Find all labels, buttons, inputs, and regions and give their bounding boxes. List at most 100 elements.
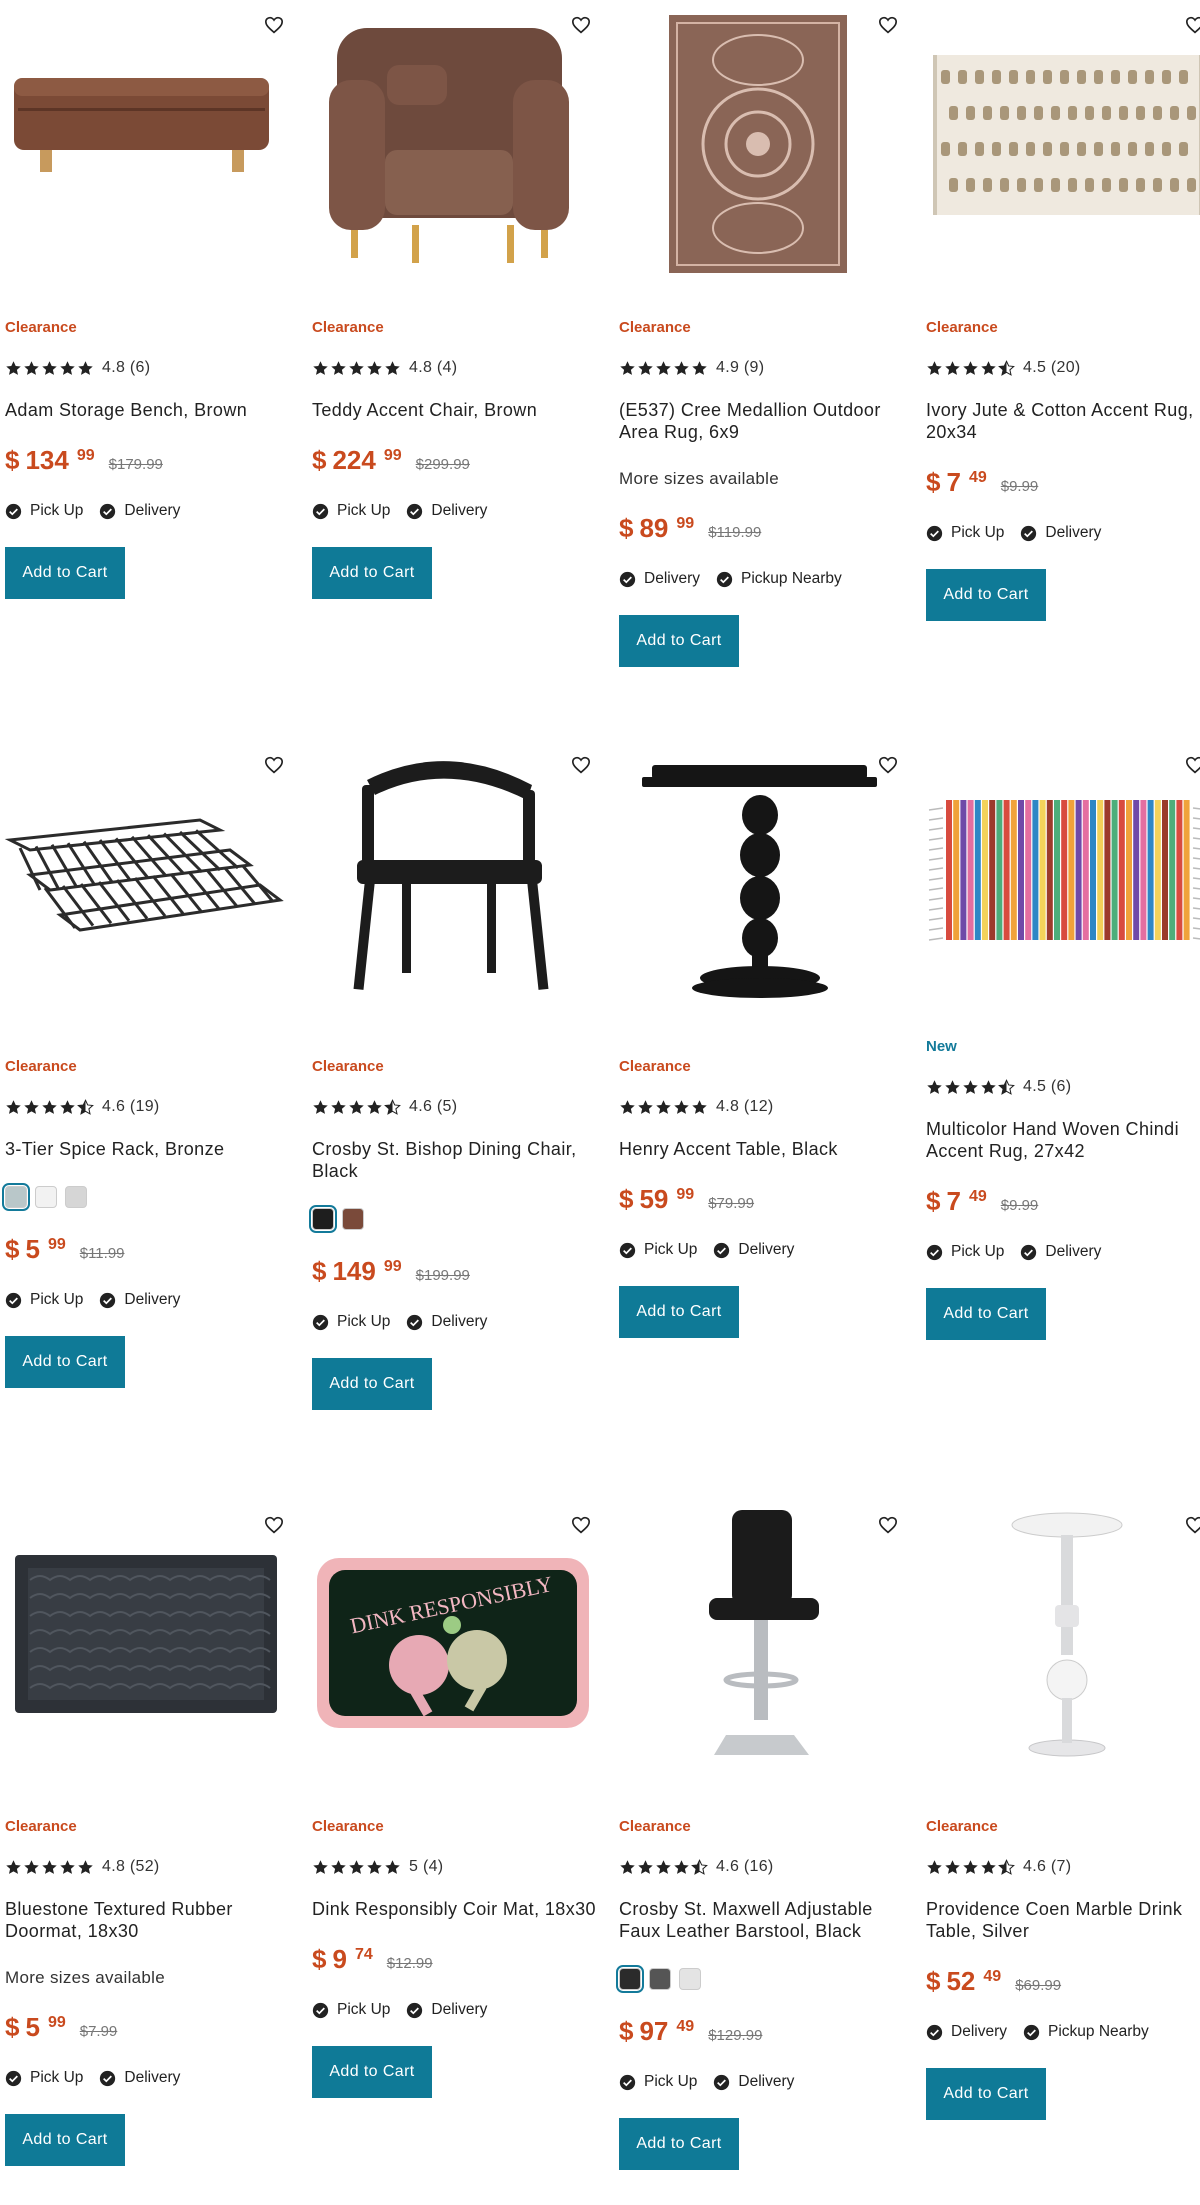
product-image-area[interactable]: [307, 0, 604, 290]
product-title[interactable]: Crosby St. Maxwell Adjustable Faux Leath…: [619, 1898, 911, 1942]
add-to-cart-button[interactable]: Add to Cart: [926, 2068, 1046, 2120]
add-to-cart-button[interactable]: Add to Cart: [312, 2046, 432, 2098]
accent-table-image[interactable]: [614, 740, 911, 1030]
product-title[interactable]: Providence Coen Marble Drink Table, Silv…: [926, 1898, 1200, 1942]
color-swatch[interactable]: [309, 1205, 337, 1233]
storage-bench-image[interactable]: [0, 0, 297, 290]
product-image-area[interactable]: DINK RESPONSIBLY: [307, 1500, 604, 1790]
product-title[interactable]: Multicolor Hand Woven Chindi Accent Rug,…: [926, 1118, 1200, 1162]
product-card[interactable]: Clearance 4.6 (19) 3-Tier Spice Rack, Br…: [0, 740, 297, 1388]
product-title[interactable]: Teddy Accent Chair, Brown: [312, 399, 604, 421]
favorite-heart-icon[interactable]: [875, 12, 901, 38]
product-card[interactable]: Clearance 4.6 (7) Providence Coen Marble…: [921, 1500, 1200, 2120]
drink-table-image[interactable]: [921, 1500, 1200, 1790]
product-title[interactable]: Henry Accent Table, Black: [619, 1138, 911, 1160]
product-image-area[interactable]: [0, 1500, 297, 1790]
add-to-cart-button[interactable]: Add to Cart: [619, 1286, 739, 1338]
product-title[interactable]: Crosby St. Bishop Dining Chair, Black: [312, 1138, 604, 1182]
product-rating[interactable]: 4.5 (6): [926, 1078, 1200, 1096]
color-swatch[interactable]: [35, 1186, 57, 1208]
product-image-area[interactable]: [0, 0, 297, 290]
add-to-cart-button[interactable]: Add to Cart: [5, 2114, 125, 2166]
product-card[interactable]: Clearance 4.6 (16) Crosby St. Maxwell Ad…: [614, 1500, 911, 2170]
product-title[interactable]: Dink Responsibly Coir Mat, 18x30: [312, 1898, 604, 1920]
chindi-rug-image[interactable]: [921, 740, 1200, 1030]
product-rating[interactable]: 4.6 (5): [312, 1098, 604, 1116]
product-image-area[interactable]: [0, 740, 297, 1030]
product-title[interactable]: 3-Tier Spice Rack, Bronze: [5, 1138, 297, 1160]
product-rating[interactable]: 4.9 (9): [619, 359, 911, 377]
product-card[interactable]: Clearance 4.9 (9) (E537) Cree Medallion …: [614, 0, 911, 667]
product-card[interactable]: Clearance 4.6 (5) Crosby St. Bishop Dini…: [307, 740, 604, 1410]
spice-rack-image[interactable]: [0, 740, 297, 1030]
rubber-doormat-image[interactable]: [0, 1500, 297, 1790]
favorite-heart-icon[interactable]: [261, 752, 287, 778]
product-title[interactable]: (E537) Cree Medallion Outdoor Area Rug, …: [619, 399, 911, 443]
favorite-heart-icon[interactable]: [568, 12, 594, 38]
product-card[interactable]: New 4.5 (6) Multicolor Hand Woven Chindi…: [921, 740, 1200, 1340]
product-rating[interactable]: 4.6 (7): [926, 1858, 1200, 1876]
product-card[interactable]: Clearance 4.5 (20) Ivory Jute & Cotton A…: [921, 0, 1200, 621]
add-to-cart-button[interactable]: Add to Cart: [312, 547, 432, 599]
dining-chair-image[interactable]: [307, 740, 604, 1030]
price-row: $ 89 99 $119.99: [619, 513, 911, 543]
price-dollars: 134: [25, 445, 69, 475]
product-rating[interactable]: 4.8 (52): [5, 1858, 297, 1876]
color-swatch[interactable]: [649, 1968, 671, 1990]
status-badge: Clearance: [619, 1058, 691, 1075]
medallion-rug-image[interactable]: [614, 0, 911, 290]
product-rating[interactable]: 5 (4): [312, 1858, 604, 1876]
coir-mat-image[interactable]: DINK RESPONSIBLY: [307, 1500, 604, 1790]
add-to-cart-button[interactable]: Add to Cart: [619, 2118, 739, 2170]
favorite-heart-icon[interactable]: [875, 1512, 901, 1538]
color-swatch[interactable]: [65, 1186, 87, 1208]
fulfillment-options: Pick Up Delivery: [312, 1312, 604, 1332]
add-to-cart-button[interactable]: Add to Cart: [312, 1358, 432, 1410]
favorite-heart-icon[interactable]: [875, 752, 901, 778]
favorite-heart-icon[interactable]: [1182, 12, 1200, 38]
fulfillment-label: Pickup Nearby: [1047, 2023, 1149, 2040]
product-title[interactable]: Ivory Jute & Cotton Accent Rug, 20x34: [926, 399, 1200, 443]
jute-rug-image[interactable]: [921, 0, 1200, 290]
product-image-area[interactable]: [614, 740, 911, 1030]
color-swatch[interactable]: [342, 1208, 364, 1230]
product-card[interactable]: Clearance 4.8 (6) Adam Storage Bench, Br…: [0, 0, 297, 599]
product-rating[interactable]: 4.8 (12): [619, 1098, 911, 1116]
product-card[interactable]: Clearance 4.8 (4) Teddy Accent Chair, Br…: [307, 0, 604, 599]
accent-chair-image[interactable]: [307, 0, 604, 290]
check-circle-icon: [100, 1292, 116, 1308]
favorite-heart-icon[interactable]: [261, 12, 287, 38]
product-title[interactable]: Adam Storage Bench, Brown: [5, 399, 297, 421]
product-image-area[interactable]: [614, 0, 911, 290]
product-card[interactable]: DINK RESPONSIBLY Clearance 5 (4) Dink Re…: [307, 1500, 604, 2098]
product-rating[interactable]: 4.5 (20): [926, 359, 1200, 377]
product-rating[interactable]: 4.8 (6): [5, 359, 297, 377]
product-image-area[interactable]: [921, 740, 1200, 1030]
product-image-area[interactable]: [921, 1500, 1200, 1790]
product-image-area[interactable]: [921, 0, 1200, 290]
product-rating[interactable]: 4.6 (16): [619, 1858, 911, 1876]
favorite-heart-icon[interactable]: [261, 1512, 287, 1538]
color-swatch[interactable]: [2, 1183, 30, 1211]
product-image-area[interactable]: [614, 1500, 911, 1790]
favorite-heart-icon[interactable]: [1182, 1512, 1200, 1538]
sale-price: $ 134 99: [5, 445, 95, 476]
favorite-heart-icon[interactable]: [568, 752, 594, 778]
product-title[interactable]: Bluestone Textured Rubber Doormat, 18x30: [5, 1898, 297, 1942]
product-card[interactable]: Clearance 4.8 (52) Bluestone Textured Ru…: [0, 1500, 297, 2166]
add-to-cart-button[interactable]: Add to Cart: [926, 569, 1046, 621]
add-to-cart-button[interactable]: Add to Cart: [5, 1336, 125, 1388]
check-circle-icon: [619, 571, 636, 587]
product-image-area[interactable]: [307, 740, 604, 1030]
barstool-image[interactable]: [614, 1500, 911, 1790]
favorite-heart-icon[interactable]: [568, 1512, 594, 1538]
color-swatch[interactable]: [616, 1965, 644, 1993]
product-rating[interactable]: 4.8 (4): [312, 359, 604, 377]
add-to-cart-button[interactable]: Add to Cart: [5, 547, 125, 599]
add-to-cart-button[interactable]: Add to Cart: [619, 615, 739, 667]
product-rating[interactable]: 4.6 (19): [5, 1098, 297, 1116]
add-to-cart-button[interactable]: Add to Cart: [926, 1288, 1046, 1340]
product-card[interactable]: Clearance 4.8 (12) Henry Accent Table, B…: [614, 740, 911, 1338]
color-swatch[interactable]: [679, 1968, 701, 1990]
favorite-heart-icon[interactable]: [1182, 752, 1200, 778]
